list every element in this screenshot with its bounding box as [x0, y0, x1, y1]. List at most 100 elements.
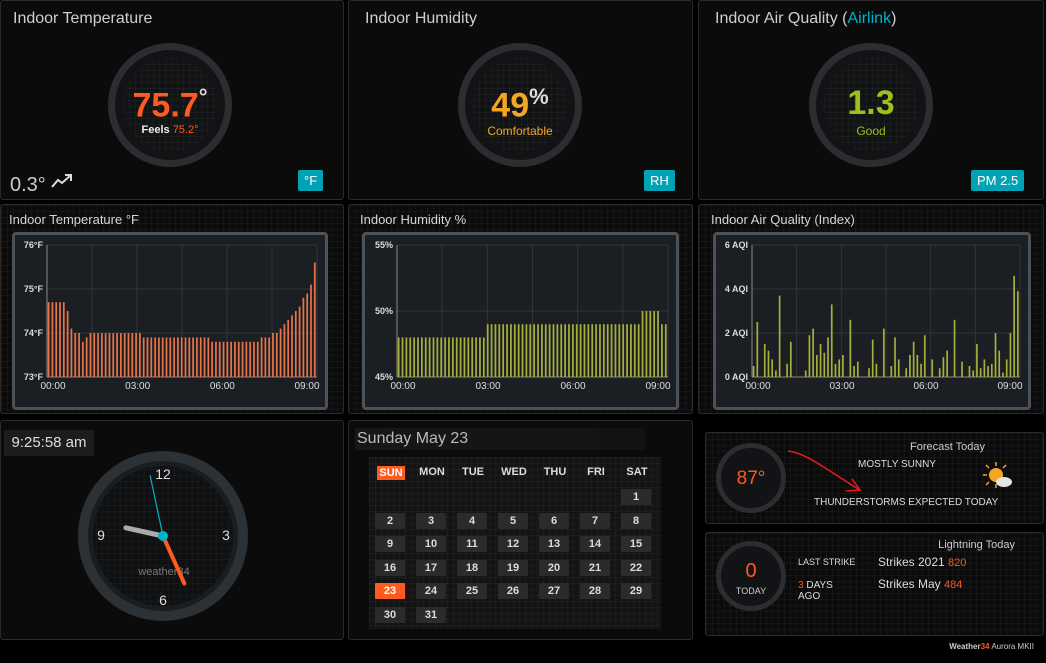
forecast-panel: Forecast Today 87° MOSTLY SUNNY THUNDERS…: [705, 432, 1044, 524]
bar: [234, 341, 236, 377]
bar: [905, 368, 908, 377]
bar: [812, 328, 814, 377]
bar: [875, 363, 878, 377]
bar: [664, 324, 667, 377]
calendar-day[interactable]: 12: [498, 536, 528, 552]
calendar-day[interactable]: 17: [416, 559, 446, 576]
calendar-day[interactable]: 22: [621, 559, 651, 576]
calendar-day[interactable]: 26: [498, 583, 528, 599]
bar: [47, 302, 50, 377]
bar: [771, 359, 774, 377]
y-tick-label: 74°F: [24, 328, 44, 338]
bar: [653, 311, 656, 377]
bar: [486, 324, 489, 377]
calendar-day[interactable]: 20: [539, 559, 569, 576]
y-tick-label: 4 AQI: [725, 284, 748, 294]
last-strike-ago: AGO: [798, 591, 821, 602]
calendar-day[interactable]: 11: [457, 536, 487, 552]
bar: [444, 337, 446, 377]
bar: [135, 333, 137, 377]
calendar-day[interactable]: 14: [580, 536, 610, 552]
bar: [853, 366, 855, 377]
bar: [409, 337, 412, 377]
calendar-day[interactable]: 5: [498, 512, 528, 529]
bar: [93, 333, 96, 377]
strikes-year-label: Strikes 2021: [878, 555, 945, 569]
calendar-day[interactable]: 8: [621, 512, 651, 529]
calendar-day[interactable]: 1: [621, 489, 651, 505]
calendar-day[interactable]: 6: [539, 512, 569, 529]
bar: [139, 333, 141, 377]
bar: [397, 337, 400, 377]
calendar-day[interactable]: 10: [416, 536, 446, 552]
bar: [81, 341, 84, 377]
bar: [89, 333, 92, 377]
bar: [490, 324, 493, 377]
calendar-day[interactable]: 18: [457, 559, 487, 576]
calendar-day[interactable]: 28: [580, 583, 610, 599]
calendar-day[interactable]: 30: [375, 606, 405, 623]
unit-badge-pm25[interactable]: PM 2.5: [971, 170, 1025, 191]
calendar-day[interactable]: 19: [498, 559, 528, 576]
calendar-day[interactable]: 16: [375, 559, 405, 576]
bar: [51, 302, 54, 377]
calendar-day[interactable]: 21: [580, 559, 610, 576]
calendar-day[interactable]: 24: [416, 583, 446, 599]
bar: [786, 363, 788, 377]
bar: [498, 324, 501, 377]
clock-numeral-3: 3: [222, 527, 230, 543]
bar: [568, 324, 570, 377]
degree-sign: °: [198, 84, 208, 109]
airlink-link[interactable]: Airlink: [848, 10, 892, 27]
bar: [165, 337, 168, 377]
y-tick-label: 55%: [375, 240, 393, 250]
bar: [763, 344, 766, 377]
bar: [894, 337, 896, 377]
bar: [188, 337, 191, 377]
feels-value: 75.2°: [172, 124, 199, 136]
calendar-day[interactable]: 31: [416, 606, 446, 623]
calendar-day[interactable]: 3: [416, 512, 446, 529]
calendar-day[interactable]: 7: [580, 512, 610, 529]
bar: [428, 337, 431, 377]
chart-title: Indoor Humidity %: [360, 212, 467, 227]
bar: [451, 337, 454, 377]
calendar-day[interactable]: 27: [539, 583, 569, 599]
x-tick-label: 06:00: [210, 381, 235, 392]
forecast-temp-gauge: 87°: [716, 443, 786, 513]
partly-sunny-icon: [983, 462, 1012, 488]
unit-badge-rh[interactable]: RH: [644, 170, 675, 191]
calendar-day-today[interactable]: 23: [375, 583, 405, 599]
bar: [463, 337, 466, 377]
x-tick-label: 09:00: [645, 381, 670, 392]
bar: [101, 333, 103, 377]
bar: [306, 293, 309, 377]
feels-label: Feels: [141, 124, 170, 136]
bar: [645, 311, 648, 377]
calendar-day[interactable]: 15: [621, 536, 651, 552]
bar: [633, 324, 636, 377]
lightning-count-gauge: 0 TODAY: [716, 541, 786, 611]
calendar-day[interactable]: 2: [375, 512, 405, 529]
x-tick-label: 03:00: [125, 381, 150, 392]
air-quality-value: 1.3: [847, 84, 895, 122]
calendar-day[interactable]: 13: [539, 536, 569, 552]
bar: [789, 341, 792, 377]
strikes-month-label: Strikes May: [878, 577, 941, 591]
bar: [123, 333, 126, 377]
unit-badge-fahrenheit[interactable]: °F: [298, 170, 324, 191]
bar: [968, 366, 971, 377]
bar: [529, 324, 532, 377]
bar: [294, 311, 297, 377]
bar: [104, 333, 107, 377]
forecast-title: Forecast Today: [909, 441, 985, 453]
bar: [583, 324, 586, 377]
calendar-day[interactable]: 9: [375, 536, 405, 552]
bar: [158, 337, 160, 377]
calendar-day[interactable]: 4: [457, 512, 487, 529]
footer-brand[interactable]: Weather34 Aurora MKII: [949, 642, 1034, 651]
calendar-day[interactable]: 25: [457, 583, 487, 599]
calendar-day[interactable]: 29: [621, 583, 651, 599]
bar: [610, 324, 613, 377]
bar: [298, 306, 301, 377]
